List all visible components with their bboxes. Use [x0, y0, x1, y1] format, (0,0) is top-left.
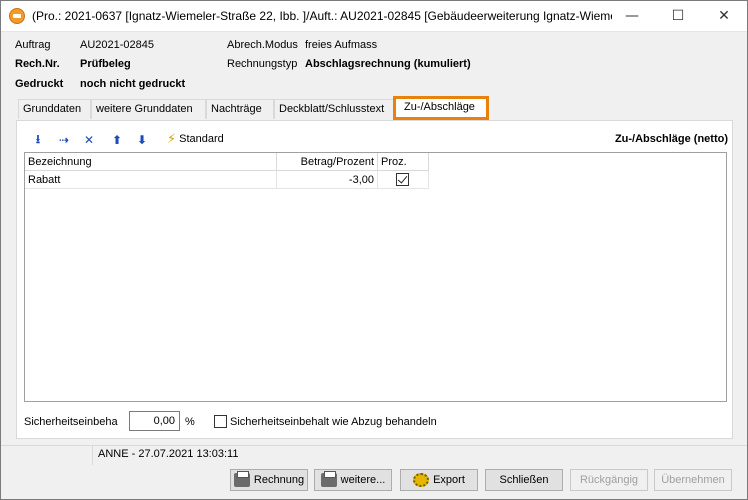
- delete-icon[interactable]: ✕: [80, 131, 98, 149]
- status-separator: [92, 445, 93, 465]
- column-header-bezeichnung[interactable]: Bezeichnung: [25, 153, 277, 171]
- sicherheitseinbehalt-input[interactable]: 0,00: [129, 411, 180, 431]
- surcharge-table[interactable]: Bezeichnung Betrag/Prozent Proz. Rabatt …: [24, 152, 727, 402]
- schliessen-label: Schließen: [499, 474, 549, 486]
- gedruckt-label: Gedruckt: [15, 78, 64, 90]
- rueckgaengig-button[interactable]: Rückgängig: [570, 469, 648, 491]
- column-header-proz[interactable]: Proz.: [378, 153, 429, 171]
- uebernehmen-button[interactable]: Übernehmen: [654, 469, 732, 491]
- rechnung-button[interactable]: Rechnung: [230, 469, 308, 491]
- typ-label: Rechnungstyp: [227, 58, 298, 70]
- abzug-checkbox[interactable]: [214, 415, 227, 428]
- minimize-button[interactable]: —: [609, 1, 655, 31]
- sicherheitseinbehalt-label: Sicherheitseinbeha: [24, 416, 118, 428]
- abrech-value: freies Aufmass: [305, 39, 378, 51]
- app-logo-icon: [9, 8, 25, 24]
- weitere-label: weitere...: [340, 474, 386, 486]
- printer-icon: [233, 471, 250, 487]
- cell-proz[interactable]: [378, 171, 429, 189]
- maximize-button[interactable]: ☐: [655, 1, 701, 31]
- standard-label: Standard: [179, 133, 224, 145]
- rechnr-value: Prüfbeleg: [80, 58, 131, 70]
- abzug-checkbox-label[interactable]: Sicherheitseinbehalt wie Abzug behandeln: [230, 416, 437, 428]
- tab-grunddaten[interactable]: Grunddaten: [18, 99, 91, 119]
- rechnr-label: Rech.Nr.: [15, 58, 60, 70]
- insert-row-icon[interactable]: ⭳: [29, 131, 47, 149]
- typ-value: Abschlagsrechnung (kumuliert): [305, 58, 471, 70]
- export-gear-icon: [413, 473, 430, 487]
- tab-nachtraege[interactable]: Nachträge: [206, 99, 274, 119]
- rechnung-label: Rechnung: [253, 474, 305, 486]
- insert-all-icon[interactable]: ⇢: [55, 131, 73, 149]
- column-header-betrag[interactable]: Betrag/Prozent: [277, 153, 378, 171]
- rueckgaengig-label: Rückgängig: [579, 474, 639, 486]
- lightning-icon: ⚡: [167, 131, 177, 147]
- standard-button[interactable]: ⚡ Standard: [167, 130, 224, 148]
- close-button[interactable]: ✕: [701, 1, 747, 31]
- status-text: ANNE - 27.07.2021 13:03:11: [98, 448, 239, 460]
- title-bar[interactable]: (Pro.: 2021-0637 [Ignatz-Wiemeler-Straße…: [1, 1, 747, 32]
- auftrag-value: AU2021-02845: [80, 39, 155, 51]
- schliessen-button[interactable]: Schließen: [485, 469, 563, 491]
- move-up-icon[interactable]: ⬆: [108, 131, 126, 149]
- window-title: (Pro.: 2021-0637 [Ignatz-Wiemeler-Straße…: [32, 9, 612, 23]
- invoice-window: (Pro.: 2021-0637 [Ignatz-Wiemeler-Straße…: [0, 0, 748, 500]
- tab-zu-abschlaege[interactable]: Zu-/Abschläge: [393, 96, 489, 120]
- weitere-button[interactable]: weitere...: [314, 469, 392, 491]
- cell-bezeichnung[interactable]: Rabatt: [25, 171, 277, 189]
- panel-title: Zu-/Abschläge (netto): [614, 133, 728, 145]
- tab-deckblatt-schlusstext[interactable]: Deckblatt/Schlusstext: [274, 99, 394, 119]
- export-label: Export: [433, 474, 465, 486]
- abrech-label: Abrech.Modus: [227, 39, 298, 51]
- auftrag-label: Auftrag: [15, 39, 51, 51]
- uebernehmen-label: Übernehmen: [661, 474, 725, 486]
- gedruckt-value: noch nicht gedruckt: [80, 78, 186, 90]
- percent-unit: %: [185, 416, 195, 428]
- cell-betrag[interactable]: -3,00: [277, 171, 378, 189]
- printer-icon: [320, 471, 337, 487]
- export-button[interactable]: Export: [400, 469, 478, 491]
- move-down-icon[interactable]: ⬇: [133, 131, 151, 149]
- proz-checkbox[interactable]: [396, 173, 409, 186]
- tab-weitere-grunddaten[interactable]: weitere Grunddaten: [91, 99, 206, 119]
